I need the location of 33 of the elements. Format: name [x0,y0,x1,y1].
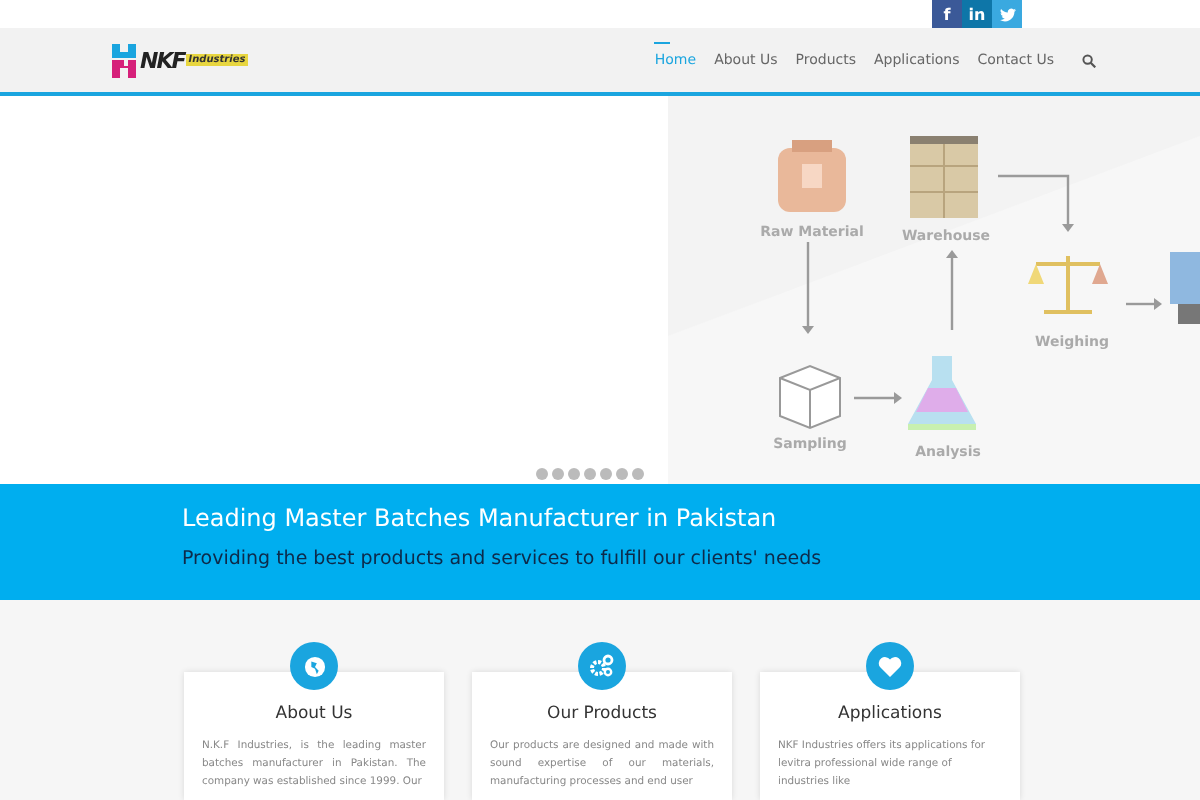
slider-dot[interactable] [632,468,644,480]
card-title: Our Products [545,704,659,724]
open-box-icon [779,364,841,430]
card-title: Applications [836,704,944,724]
flow-arrow [854,392,902,404]
bird-icon [999,7,1015,21]
bird-icon-link[interactable] [992,0,1022,28]
logo-text: NKF [140,47,185,73]
slider-dot[interactable] [552,468,564,480]
search-icon[interactable] [1082,53,1096,67]
flow-arrow [998,174,1074,232]
banner-subtitle: Providing the best products and services to fulfill our clients' needs [182,548,824,570]
machine-icon [1170,252,1200,324]
globe-icon [303,655,325,677]
heart-icon [878,655,902,677]
slider-dot[interactable] [568,468,580,480]
crate-stack-icon [909,136,979,219]
gears-icon [590,654,614,678]
flow-arrow [946,250,958,330]
flow-arrow [1126,298,1162,310]
slider-dot[interactable] [616,468,628,480]
flow-arrow [802,242,814,334]
facebook-link[interactable]: f [932,0,962,28]
flask-icon [908,356,976,430]
mixer-drum-icon [778,140,846,212]
slider-dot[interactable] [584,468,596,480]
slider-dot[interactable] [536,468,548,480]
slider-dot[interactable] [600,468,612,480]
card-title: About Us [273,704,355,724]
banner-title: Leading Master Batches Manufacturer in Pakistan [182,504,779,532]
balance-scale-icon [1028,254,1108,314]
logo-mark-icon [110,40,138,80]
linkedin-link[interactable]: in [962,0,992,28]
